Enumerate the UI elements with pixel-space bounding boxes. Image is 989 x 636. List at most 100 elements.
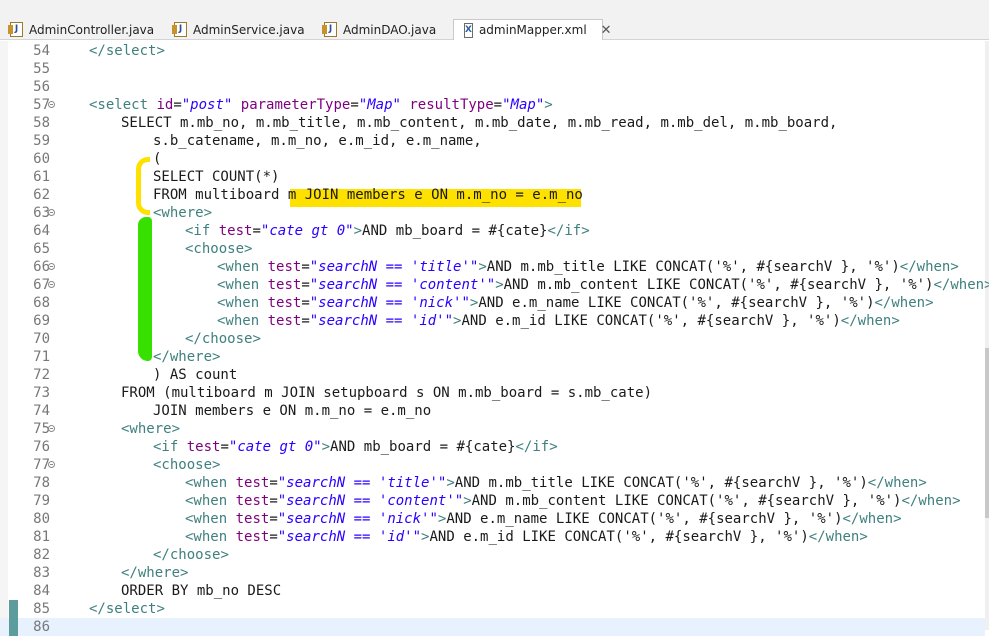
fold-toggle-icon[interactable]: [48, 425, 55, 432]
code-text: JOIN members e ON m.m_no = e.m_no: [153, 403, 432, 419]
code-text: </where>: [121, 565, 189, 581]
code-text: <when test="searchN == 'id'">AND e.m_id …: [217, 313, 900, 329]
code-line[interactable]: 74 JOIN members e ON m.m_no = e.m_no: [0, 402, 985, 420]
java-file-icon: J: [172, 22, 187, 37]
line-number: 81: [33, 529, 50, 545]
code-text: </select>: [89, 43, 165, 59]
code-line[interactable]: 60 (: [0, 150, 985, 168]
line-number: 86: [33, 619, 50, 635]
code-line[interactable]: 62 FROM multiboard m JOIN members e ON m.…: [0, 186, 985, 204]
java-file-icon: J: [322, 22, 337, 37]
line-number: 82: [33, 547, 50, 563]
code-line[interactable]: 70 </choose>: [0, 330, 985, 348]
tab-label: adminMapper.xml: [478, 23, 587, 37]
code-text: <when test="searchN == 'title'">AND m.mb…: [217, 259, 959, 275]
fold-toggle-icon[interactable]: [48, 263, 55, 270]
tab-admin-controller[interactable]: J AdminController.java: [0, 19, 162, 40]
code-line[interactable]: 73 FROM (multiboard m JOIN setupboard s O…: [0, 384, 985, 402]
code-line[interactable]: 54 </select>: [0, 42, 985, 60]
code-line[interactable]: 61 SELECT COUNT(*): [0, 168, 985, 186]
code-text: <select id="post" parameterType="Map" re…: [89, 97, 553, 113]
line-number: 62: [33, 187, 50, 203]
line-number: 79: [33, 493, 50, 509]
editor-tab-bar: J AdminController.java J AdminService.ja…: [0, 0, 989, 40]
line-number: 80: [33, 511, 50, 527]
code-line[interactable]: 56: [0, 78, 985, 96]
code-line[interactable]: 80 <when test="searchN == 'nick'">AND e.m…: [0, 510, 985, 528]
line-number: 69: [33, 313, 50, 329]
line-number: 54: [33, 43, 50, 59]
code-text: <choose>: [153, 457, 221, 473]
line-number: 76: [33, 439, 50, 455]
code-line[interactable]: 63 <where>: [0, 204, 985, 222]
code-text: SELECT COUNT(*): [153, 169, 280, 185]
code-line[interactable]: 55: [0, 60, 985, 78]
fold-toggle-icon[interactable]: [48, 101, 55, 108]
code-text: </select>: [89, 601, 165, 617]
code-line[interactable]: 84 ORDER BY mb_no DESC: [0, 582, 985, 600]
close-icon[interactable]: ✕: [601, 23, 612, 38]
java-file-icon: J: [8, 22, 23, 37]
code-line[interactable]: 58 SELECT m.mb_no, m.mb_title, m.mb_conte…: [0, 114, 985, 132]
code-line[interactable]: 72) AS count: [0, 366, 985, 384]
tab-admin-mapper-xml[interactable]: X adminMapper.xml ✕: [453, 19, 612, 40]
code-line[interactable]: 65 <choose>: [0, 240, 985, 258]
code-line[interactable]: 57 <select id="post" parameterType="Map" …: [0, 96, 985, 114]
code-text: <if test="cate gt 0">AND mb_board = #{ca…: [153, 439, 558, 455]
code-line[interactable]: 76 <if test="cate gt 0">AND mb_board = #{…: [0, 438, 985, 456]
line-number: 56: [33, 79, 50, 95]
scrollbar-thumb[interactable]: [985, 348, 989, 518]
tab-admin-service[interactable]: J AdminService.java: [164, 19, 314, 40]
code-editor[interactable]: 54 </select> 55 56 57 <select id="post" param…: [0, 41, 989, 636]
line-number: 63: [33, 205, 50, 221]
code-text: (: [153, 151, 162, 167]
code-text: <when test="searchN == 'title'">AND m.mb…: [185, 475, 927, 491]
code-text: FROM (multiboard m JOIN setupboard s ON …: [121, 385, 653, 401]
line-number: 70: [33, 331, 50, 347]
tab-admin-dao[interactable]: J AdminDAO.java: [314, 19, 454, 40]
code-text: <if test="cate gt 0">AND mb_board = #{ca…: [185, 223, 590, 239]
fold-toggle-icon[interactable]: [48, 209, 55, 216]
line-number: 64: [33, 223, 50, 239]
code-line[interactable]: 82 </choose>: [0, 546, 985, 564]
change-marker: [9, 600, 18, 618]
code-line[interactable]: 68 <when test="searchN == 'nick'">AND e.m…: [0, 294, 985, 312]
code-text: ORDER BY mb_no DESC: [121, 583, 282, 599]
vertical-scrollbar[interactable]: [985, 41, 989, 630]
code-text: <when test="searchN == 'content'">AND m.…: [217, 277, 989, 293]
change-marker: [9, 618, 18, 636]
line-number: 67: [33, 277, 50, 293]
code-text: <where>: [121, 421, 181, 437]
code-text: SELECT m.mb_no, m.mb_title, m.mb_content…: [121, 115, 838, 131]
code-line[interactable]: 86: [0, 618, 985, 636]
code-line[interactable]: 75 <where>: [0, 420, 985, 438]
code-line[interactable]: 78 <when test="searchN == 'title'">AND m.…: [0, 474, 985, 492]
code-line[interactable]: 59 s.b_catename, m.m_no, e.m_id, e.m_name…: [0, 132, 985, 150]
code-line[interactable]: 67 <when test="searchN == 'content'">AND …: [0, 276, 989, 294]
xml-file-icon: X: [464, 22, 473, 38]
line-number: 58: [33, 115, 50, 131]
code-line[interactable]: 66 <when test="searchN == 'title'">AND m.…: [0, 258, 985, 276]
line-number: 74: [33, 403, 50, 419]
line-number: 83: [33, 565, 50, 581]
code-text: <when test="searchN == 'content'">AND m.…: [185, 493, 961, 509]
code-line[interactable]: 79 <when test="searchN == 'content'">AND …: [0, 492, 985, 510]
code-line[interactable]: 71 </where>: [0, 348, 985, 366]
code-text: </choose>: [185, 331, 261, 347]
code-text: <when test="searchN == 'nick'">AND e.m_n…: [185, 511, 902, 527]
code-line[interactable]: 64 <if test="cate gt 0">AND mb_board = #{…: [0, 222, 985, 240]
line-number: 61: [33, 169, 50, 185]
code-line[interactable]: 85 </select>: [0, 600, 985, 618]
code-line[interactable]: 69 <when test="searchN == 'id'">AND e.m_i…: [0, 312, 985, 330]
fold-toggle-icon[interactable]: [48, 281, 55, 288]
code-line[interactable]: 83 </where>: [0, 564, 985, 582]
code-line[interactable]: 77 <choose>: [0, 456, 985, 474]
line-number: 65: [33, 241, 50, 257]
code-text: <where>: [153, 205, 213, 221]
code-line[interactable]: 81 <when test="searchN == 'id'">AND e.m_i…: [0, 528, 985, 546]
code-text: ) AS count: [153, 367, 238, 383]
code-text: <when test="searchN == 'id'">AND e.m_id …: [185, 529, 868, 545]
line-number: 59: [33, 133, 50, 149]
fold-toggle-icon[interactable]: [48, 461, 55, 468]
tab-label: AdminController.java: [29, 22, 155, 37]
